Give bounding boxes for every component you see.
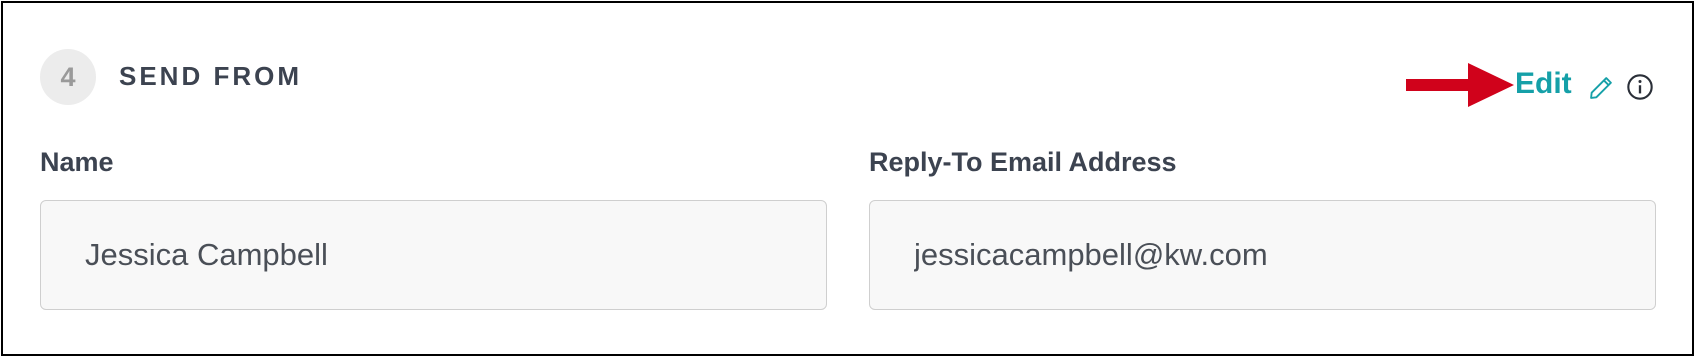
- step-number-badge: 4: [40, 49, 96, 105]
- name-field[interactable]: [40, 200, 827, 310]
- name-label: Name: [40, 147, 114, 177]
- edit-link[interactable]: Edit: [1515, 67, 1572, 101]
- section-title: SEND FROM: [119, 61, 302, 91]
- pencil-icon[interactable]: [1587, 74, 1615, 102]
- send-from-panel: 4 SEND FROM Edit Name Reply-To Email Add…: [1, 1, 1694, 356]
- info-icon[interactable]: [1626, 73, 1654, 101]
- reply-to-label: Reply-To Email Address: [869, 147, 1177, 177]
- reply-to-email-field[interactable]: [869, 200, 1656, 310]
- annotation-arrow-icon: [1406, 63, 1514, 107]
